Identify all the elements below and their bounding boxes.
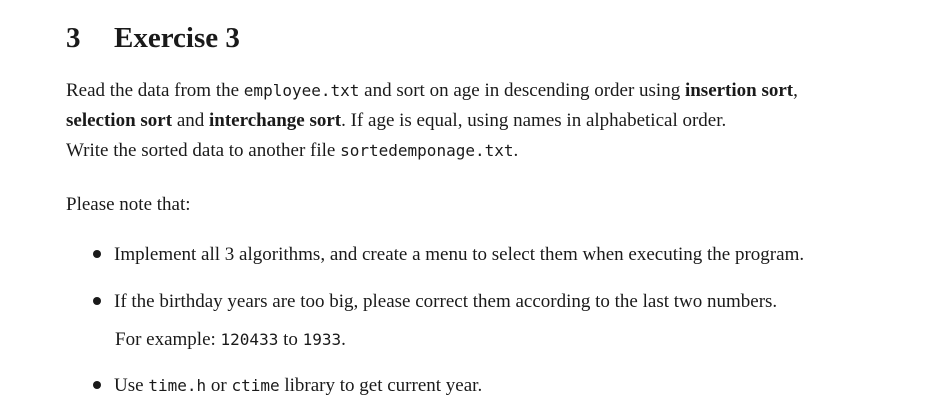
- bullet-list: Implement all 3 algorithms, and create a…: [0, 0, 926, 410]
- bullet-icon: [93, 380, 101, 389]
- library-ctime: ctime: [231, 376, 280, 395]
- bullet-text: Implement all 3 algorithms, and create a…: [114, 244, 805, 265]
- bullet-icon: [93, 249, 101, 258]
- bullet-item-time-library: Use time.h or ctime library to get curre…: [93, 371, 482, 401]
- text-run: or: [206, 375, 232, 396]
- example-from-value: 120433: [220, 330, 279, 349]
- bullet-text: If the birthday years are too big, pleas…: [114, 291, 778, 312]
- text-run: to: [278, 329, 303, 350]
- text-run: .: [341, 329, 346, 350]
- document-page: 3 Exercise 3 Read the data from the emplo…: [0, 0, 926, 410]
- bullet-item-birthday: If the birthday years are too big, pleas…: [93, 287, 777, 317]
- bullet-item-algorithms: Implement all 3 algorithms, and create a…: [93, 240, 804, 270]
- library-time-h: time.h: [148, 376, 207, 395]
- example-to-value: 1933: [302, 330, 342, 349]
- text-run: Use: [114, 375, 149, 396]
- text-run: For example:: [115, 329, 221, 350]
- text-run: library to get current year.: [279, 375, 483, 396]
- example-line: For example: 120433 to 1933.: [115, 325, 346, 355]
- bullet-icon: [93, 296, 101, 305]
